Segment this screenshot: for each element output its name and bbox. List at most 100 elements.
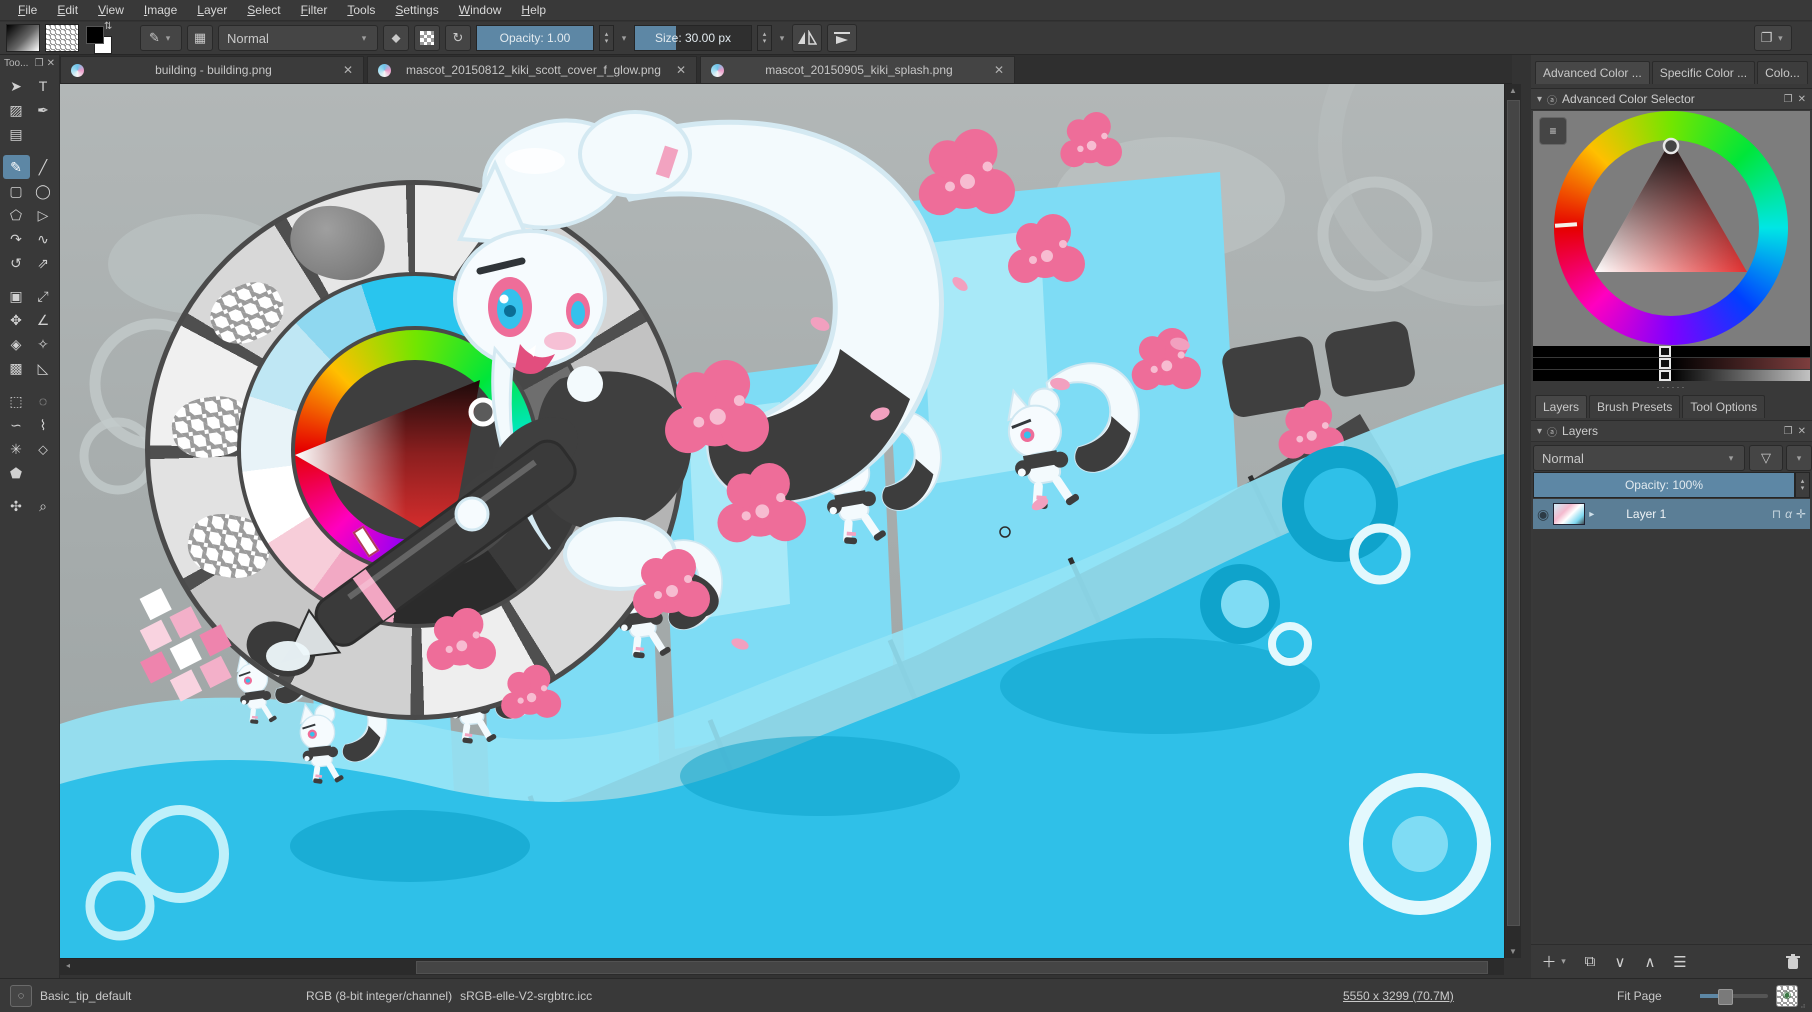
vertical-scrollbar[interactable]: ▲ ▼ xyxy=(1504,84,1521,958)
delete-layer-button[interactable] xyxy=(1778,950,1808,974)
select-shapes-tool[interactable]: ➤ xyxy=(3,74,30,98)
menu-item-select[interactable]: Select xyxy=(237,3,290,17)
layers-docker-tab-1[interactable]: Layers xyxy=(1535,395,1587,418)
inherit-alpha-icon[interactable]: ⊓ xyxy=(1772,507,1781,521)
freehand-path-tool[interactable]: ∿ xyxy=(30,227,57,251)
opacity-slider[interactable]: Opacity: 1.00 xyxy=(476,25,594,51)
eraser-mode-button[interactable]: ⬥ xyxy=(383,25,409,51)
line-tool[interactable]: ╱ xyxy=(30,155,57,179)
layer-opacity-spinner[interactable]: ▴▾ xyxy=(1795,472,1810,498)
zoom-reset-button[interactable]: ◉ xyxy=(1776,979,1798,1012)
brush-preset-grid-button[interactable]: ▦ xyxy=(187,25,213,51)
path-select-tool[interactable]: ⬦ xyxy=(30,437,57,461)
zoom-slider[interactable] xyxy=(1700,979,1768,1012)
scroll-left-icon[interactable]: ◂ xyxy=(60,961,76,970)
layer-visibility-eye-icon[interactable]: ◉ xyxy=(1537,506,1549,523)
menu-item-edit[interactable]: Edit xyxy=(47,3,88,17)
text-tool[interactable]: T xyxy=(30,74,57,98)
brush-size-slider[interactable]: Size: 30.00 px xyxy=(634,25,752,51)
float-docker-icon[interactable]: ❐ xyxy=(1784,426,1793,437)
menu-item-tools[interactable]: Tools xyxy=(337,3,385,17)
layers-docker-tab-2[interactable]: Brush Presets xyxy=(1589,395,1680,418)
preserve-alpha-button[interactable] xyxy=(414,25,440,51)
sv-triangle[interactable] xyxy=(1533,111,1810,347)
menu-item-layer[interactable]: Layer xyxy=(187,3,237,17)
menu-item-file[interactable]: File xyxy=(8,3,47,17)
move-layer-up-button[interactable]: ∧ xyxy=(1635,950,1665,974)
menu-item-window[interactable]: Window xyxy=(449,3,512,17)
collapse-icon[interactable]: ▾ xyxy=(1537,94,1542,105)
docker-menu-icon[interactable]: ⓐ xyxy=(1547,92,1557,107)
layer-decor-icon[interactable]: ✛ xyxy=(1796,507,1806,521)
scroll-up-icon[interactable]: ▲ xyxy=(1505,86,1521,95)
shade-strip-2[interactable] xyxy=(1533,358,1810,369)
docker-resize-handle[interactable]: ······ xyxy=(1531,382,1812,392)
size-options-caret[interactable]: ▾ xyxy=(777,33,787,44)
menu-item-help[interactable]: Help xyxy=(511,3,556,17)
layer-properties-button[interactable]: ☰ xyxy=(1665,950,1695,974)
similar-select-tool[interactable]: ⌇ xyxy=(30,413,57,437)
move-layer-down-button[interactable]: ∨ xyxy=(1605,950,1635,974)
brush-preset-indicator[interactable]: ◌ xyxy=(10,979,32,1012)
freehand-brush-tool[interactable]: ✎ xyxy=(3,155,30,179)
freehand-select-tool[interactable]: ∽ xyxy=(3,413,30,437)
crop-tool[interactable]: ▣ xyxy=(3,284,30,308)
zoom-slider-handle[interactable] xyxy=(1718,989,1733,1005)
color-docker-tab-2[interactable]: Specific Color ... xyxy=(1652,61,1755,84)
layer-filter-caret[interactable]: ▾ xyxy=(1786,445,1812,471)
bezier-select-tool[interactable]: ⬟ xyxy=(3,461,30,485)
float-docker-icon[interactable]: ❐ xyxy=(35,58,44,69)
wrap-around-button[interactable] xyxy=(827,24,857,52)
rectangular-select-tool[interactable]: ⬚ xyxy=(3,389,30,413)
swap-colors-icon[interactable]: ⇅ xyxy=(104,21,112,32)
color-docker-tab-3[interactable]: Colo... xyxy=(1757,61,1808,84)
pattern-swatch[interactable] xyxy=(45,24,79,52)
fg-bg-color-selector[interactable]: ⇅ xyxy=(84,24,116,52)
document-tab-1[interactable]: building - building.png✕ xyxy=(60,56,364,83)
duplicate-layer-button[interactable]: ⧉ xyxy=(1575,950,1605,974)
layer-name[interactable]: Layer 1 xyxy=(1598,507,1767,521)
docker-menu-icon[interactable]: ⓐ xyxy=(1547,424,1557,439)
multibrush-tool[interactable]: ⇗ xyxy=(30,251,57,275)
document-tab-3[interactable]: mascot_20150905_kiki_splash.png✕ xyxy=(700,56,1015,83)
menu-item-view[interactable]: View xyxy=(88,3,134,17)
close-tab-icon[interactable]: ✕ xyxy=(676,63,686,77)
polygon-tool[interactable]: ⬠ xyxy=(3,203,30,227)
polyline-tool[interactable]: ▷ xyxy=(30,203,57,227)
resize-grip[interactable]: ⣠ xyxy=(1800,999,1809,1008)
fill-tool[interactable]: ◈ xyxy=(3,332,30,356)
bezier-curve-tool[interactable]: ↷ xyxy=(3,227,30,251)
zoom-tool[interactable]: ⌕ xyxy=(30,494,57,518)
color-docker-tab-1[interactable]: Advanced Color ... xyxy=(1535,61,1650,84)
close-tab-icon[interactable]: ✕ xyxy=(994,63,1004,77)
scroll-down-icon[interactable]: ▼ xyxy=(1505,947,1521,956)
assistants-tool[interactable]: ◺ xyxy=(30,356,57,380)
zoom-mode-label[interactable]: Fit Page xyxy=(1617,979,1662,1012)
pan-tool[interactable]: ✣ xyxy=(3,494,30,518)
alpha-lock-icon[interactable]: α xyxy=(1785,507,1792,521)
shade-strip-1[interactable] xyxy=(1533,346,1810,357)
menu-item-settings[interactable]: Settings xyxy=(385,3,448,17)
close-docker-icon[interactable]: ✕ xyxy=(47,58,55,69)
document-tab-2[interactable]: mascot_20150812_kiki_scott_cover_f_glow.… xyxy=(367,56,697,83)
layer-filter-button[interactable]: ▽ xyxy=(1749,445,1783,471)
blending-mode-select[interactable]: Normal ▾ xyxy=(218,25,378,51)
color-sampler-tool[interactable]: ✧ xyxy=(30,332,57,356)
reload-preset-button[interactable]: ↻ xyxy=(445,25,471,51)
canvas-viewport[interactable] xyxy=(60,84,1504,958)
mirror-horizontal-button[interactable] xyxy=(792,24,822,52)
workspace-chooser-button[interactable]: ❐ ▾ xyxy=(1754,25,1792,51)
opacity-spinner[interactable]: ▴▾ xyxy=(599,25,614,51)
contiguous-select-tool[interactable]: ✳ xyxy=(3,437,30,461)
layer-blending-mode-select[interactable]: Normal ▾ xyxy=(1533,445,1745,471)
menu-item-image[interactable]: Image xyxy=(134,3,187,17)
close-docker-icon[interactable]: ✕ xyxy=(1798,426,1806,437)
brush-tool-button[interactable]: ✎ ▾ xyxy=(140,25,182,51)
opacity-options-caret[interactable]: ▾ xyxy=(619,33,629,44)
collapse-icon[interactable]: ▾ xyxy=(1537,426,1542,437)
colorspace-info[interactable]: RGB (8-bit integer/channel) sRGB-elle-V2… xyxy=(306,979,592,1012)
float-docker-icon[interactable]: ❐ xyxy=(1784,94,1793,105)
ellipse-tool[interactable]: ◯ xyxy=(30,179,57,203)
move-tool[interactable]: ✥ xyxy=(3,308,30,332)
calligraphy-tool[interactable]: ✒ xyxy=(30,98,57,122)
